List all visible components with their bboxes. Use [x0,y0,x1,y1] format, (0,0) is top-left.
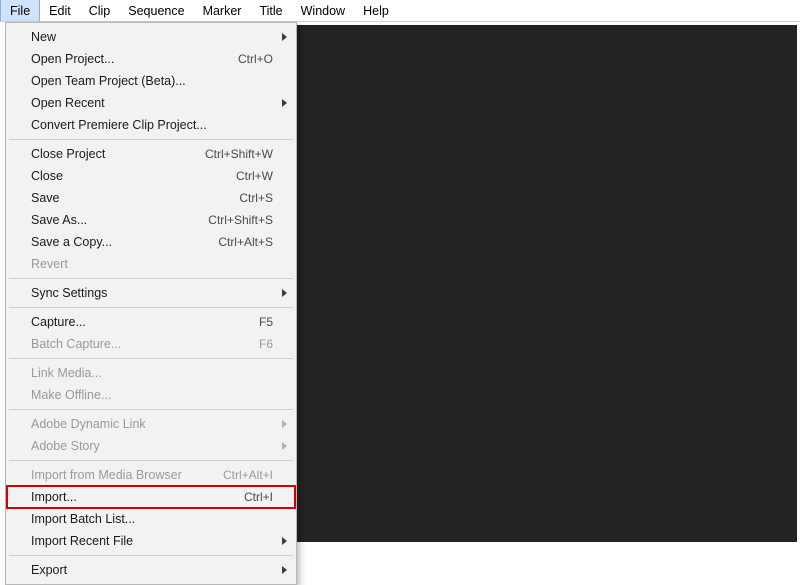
menu-item-save[interactable]: Save Ctrl+S [7,187,295,209]
menu-item-close-project[interactable]: Close Project Ctrl+Shift+W [7,143,295,165]
menu-item-shortcut: Ctrl+W [236,169,273,183]
menubar-item-clip[interactable]: Clip [80,0,120,21]
menu-item-label: Batch Capture... [31,337,121,351]
menu-item-label: New [31,30,56,44]
menu-item-capture[interactable]: Capture... F5 [7,311,295,333]
menu-item-label: Import... [31,490,77,504]
menu-separator [9,139,293,140]
menu-separator [9,278,293,279]
menu-item-open-recent[interactable]: Open Recent [7,92,295,114]
menu-item-shortcut: Ctrl+Shift+W [205,147,273,161]
chevron-right-icon [282,99,287,107]
menu-item-revert: Revert [7,253,295,275]
chevron-right-icon [282,566,287,574]
menu-item-label: Open Recent [31,96,105,110]
menubar-item-marker[interactable]: Marker [194,0,251,21]
menu-item-import-from-media-browser: Import from Media Browser Ctrl+Alt+I [7,464,295,486]
menu-item-open-team-project-beta[interactable]: Open Team Project (Beta)... [7,70,295,92]
chevron-right-icon [282,537,287,545]
menu-separator [9,307,293,308]
menu-item-save-a-copy[interactable]: Save a Copy... Ctrl+Alt+S [7,231,295,253]
menu-item-export[interactable]: Export [7,559,295,581]
menu-separator [9,358,293,359]
menu-item-label: Import Recent File [31,534,133,548]
file-menu-dropdown: New Open Project... Ctrl+O Open Team Projec… [5,22,297,585]
menu-item-label: Import Batch List... [31,512,135,526]
menu-item-label: Capture... [31,315,86,329]
menu-item-open-project[interactable]: Open Project... Ctrl+O [7,48,295,70]
menu-item-label: Convert Premiere Clip Project... [31,118,207,132]
menu-item-shortcut: Ctrl+Alt+I [223,468,273,482]
menubar-item-sequence[interactable]: Sequence [119,0,193,21]
menu-item-shortcut: F6 [259,337,273,351]
menu-item-adobe-story: Adobe Story [7,435,295,457]
menubar: FileEditClipSequenceMarkerTitleWindowHel… [0,0,800,22]
menu-item-shortcut: Ctrl+Shift+S [208,213,273,227]
menu-item-make-offline: Make Offline... [7,384,295,406]
menu-item-label: Link Media... [31,366,102,380]
menu-item-label: Adobe Story [31,439,100,453]
menu-item-label: Save As... [31,213,87,227]
menu-item-label: Save a Copy... [31,235,112,249]
chevron-right-icon [282,420,287,428]
menu-item-shortcut: F5 [259,315,273,329]
menu-item-label: Close Project [31,147,105,161]
menu-item-label: Save [31,191,60,205]
menu-item-label: Revert [31,257,68,271]
menu-item-new[interactable]: New [7,26,295,48]
menu-separator [9,555,293,556]
menu-item-label: Make Offline... [31,388,111,402]
menu-item-shortcut: Ctrl+S [239,191,273,205]
menu-item-label: Export [31,563,67,577]
menu-item-save-as[interactable]: Save As... Ctrl+Shift+S [7,209,295,231]
chevron-right-icon [282,33,287,41]
menubar-item-window[interactable]: Window [292,0,354,21]
menu-item-batch-capture: Batch Capture... F6 [7,333,295,355]
menu-item-import-recent-file[interactable]: Import Recent File [7,530,295,552]
menu-separator [9,460,293,461]
menubar-item-title[interactable]: Title [250,0,291,21]
chevron-right-icon [282,442,287,450]
menu-item-label: Close [31,169,63,183]
menu-item-shortcut: Ctrl+I [244,490,273,504]
menu-item-link-media: Link Media... [7,362,295,384]
menubar-item-file[interactable]: File [0,0,40,21]
menu-item-import-batch-list[interactable]: Import Batch List... [7,508,295,530]
menu-item-convert-premiere-clip-project[interactable]: Convert Premiere Clip Project... [7,114,295,136]
menu-item-adobe-dynamic-link: Adobe Dynamic Link [7,413,295,435]
menu-item-shortcut: Ctrl+O [238,52,273,66]
menu-item-sync-settings[interactable]: Sync Settings [7,282,295,304]
menu-item-label: Import from Media Browser [31,468,182,482]
menu-item-import[interactable]: Import... Ctrl+I [7,486,295,508]
menu-item-label: Sync Settings [31,286,107,300]
menu-item-shortcut: Ctrl+Alt+S [218,235,273,249]
menu-item-label: Open Project... [31,52,114,66]
menubar-item-help[interactable]: Help [354,0,398,21]
chevron-right-icon [282,289,287,297]
menu-item-close[interactable]: Close Ctrl+W [7,165,295,187]
menu-separator [9,409,293,410]
menu-item-label: Open Team Project (Beta)... [31,74,186,88]
menubar-item-edit[interactable]: Edit [40,0,80,21]
menu-item-label: Adobe Dynamic Link [31,417,146,431]
editor-viewport [297,25,797,542]
